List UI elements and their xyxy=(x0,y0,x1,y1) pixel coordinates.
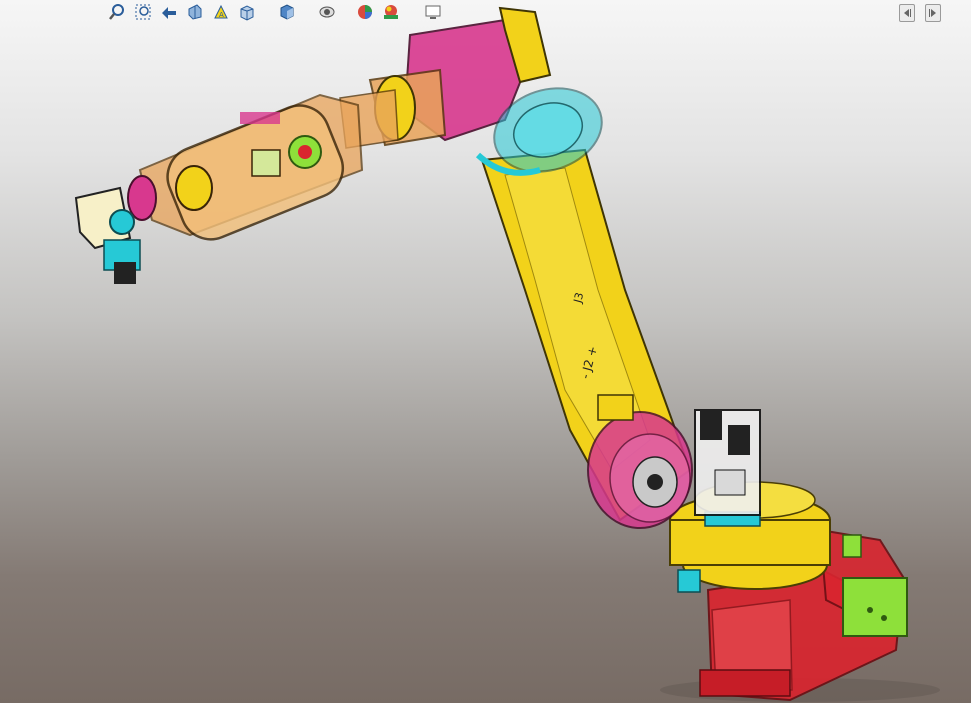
edit-appearance-icon[interactable] xyxy=(354,1,376,23)
wrist-assembly xyxy=(74,175,157,284)
expand-right-icon[interactable] xyxy=(925,4,941,22)
heads-up-view-toolbar: A xyxy=(100,0,460,26)
task-pane-controls xyxy=(899,2,947,24)
apply-scene-icon[interactable] xyxy=(380,1,402,23)
zoom-to-fit-icon[interactable] xyxy=(106,1,128,23)
dynamic-annotation-views-icon[interactable]: A xyxy=(210,1,232,23)
section-view-icon[interactable] xyxy=(184,1,206,23)
upper-arm xyxy=(138,68,447,241)
graphics-viewport[interactable]: J3 - J2 + xyxy=(0,0,971,703)
view-settings-icon[interactable] xyxy=(422,1,444,23)
previous-view-icon[interactable] xyxy=(158,1,180,23)
j2-motor xyxy=(694,409,761,516)
hide-show-items-icon[interactable] xyxy=(316,1,338,23)
j2-joint xyxy=(587,394,693,529)
zoom-to-area-icon[interactable] xyxy=(132,1,154,23)
svg-text:A: A xyxy=(219,11,224,19)
robot-model: J3 - J2 + xyxy=(74,6,940,702)
display-style-icon[interactable] xyxy=(276,1,298,23)
view-orientation-icon[interactable] xyxy=(236,1,258,23)
collapse-left-icon[interactable] xyxy=(899,4,915,22)
